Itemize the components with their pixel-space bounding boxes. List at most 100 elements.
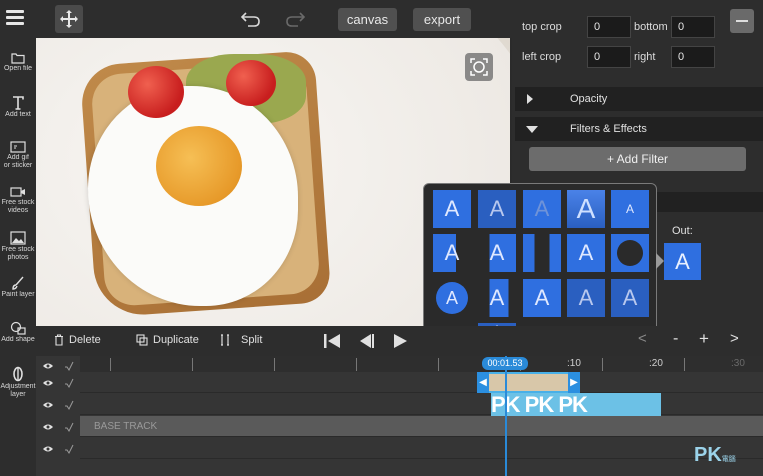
sidebar-item-add-gif[interactable]: Add gif or sticker bbox=[0, 141, 36, 170]
playhead-time: 00:01.53 bbox=[482, 357, 528, 370]
step-back-icon[interactable] bbox=[357, 333, 375, 349]
gif-icon bbox=[10, 141, 26, 153]
sidebar-item-add-shape[interactable]: Add shape bbox=[0, 321, 36, 344]
eye-icon[interactable] bbox=[42, 362, 54, 370]
opacity-section-header[interactable]: Opacity bbox=[515, 87, 763, 111]
eye-icon[interactable] bbox=[42, 423, 54, 431]
canvas-button[interactable]: canvas bbox=[338, 8, 397, 31]
delete-button[interactable]: Delete bbox=[54, 334, 101, 346]
sidebar-item-free-stock-videos[interactable]: Free stock videos bbox=[0, 186, 36, 215]
top-crop-input[interactable]: 0 bbox=[587, 16, 631, 38]
hamburger-menu-icon[interactable] bbox=[6, 9, 26, 27]
undo-icon[interactable] bbox=[240, 10, 262, 28]
zoom-in-button[interactable]: + bbox=[699, 329, 709, 349]
transition-option[interactable]: A bbox=[523, 234, 561, 272]
duplicate-button[interactable]: Duplicate bbox=[136, 334, 199, 346]
caret-right-icon bbox=[527, 94, 533, 104]
sidebar-item-adjustment-layer[interactable]: Adjustment layer bbox=[0, 366, 36, 399]
transition-option[interactable]: A bbox=[523, 279, 561, 317]
ruler-tick-label: :10 bbox=[567, 358, 581, 369]
out-transition-selected[interactable]: A bbox=[664, 243, 701, 280]
scroll-right-button[interactable]: > bbox=[730, 330, 739, 347]
eye-icon[interactable] bbox=[42, 445, 54, 453]
audio-wave-icon[interactable] bbox=[64, 444, 74, 454]
sidebar-item-free-stock-photos[interactable]: Free stock photos bbox=[0, 231, 36, 262]
clip-trim-right-handle[interactable]: ▶ bbox=[568, 372, 580, 393]
zoom-out-button[interactable]: - bbox=[673, 330, 678, 348]
timeline-track[interactable] bbox=[80, 438, 763, 459]
left-crop-input[interactable]: 0 bbox=[587, 46, 631, 68]
timeline: :10 :20 :30 BASE TRACK bbox=[36, 356, 763, 476]
egg-yolk-image bbox=[156, 126, 242, 206]
transition-option[interactable]: A bbox=[433, 279, 471, 317]
split-button[interactable]: Split bbox=[220, 334, 262, 346]
minus-icon bbox=[736, 20, 748, 22]
right-crop-label: right bbox=[634, 51, 656, 63]
sidebar-item-paint-layer[interactable]: Paint layer bbox=[0, 276, 36, 299]
caret-down-icon bbox=[526, 126, 538, 133]
brush-icon bbox=[12, 276, 24, 290]
bottom-crop-label: bottom bbox=[634, 21, 668, 33]
folder-icon bbox=[11, 53, 25, 64]
sidebar-item-add-text[interactable]: Add text bbox=[0, 96, 36, 119]
audio-wave-icon[interactable] bbox=[64, 361, 74, 371]
top-toolbar: canvas export bbox=[0, 0, 512, 38]
bottom-crop-input[interactable]: 0 bbox=[671, 16, 715, 38]
sidebar-item-open-file[interactable]: Open file bbox=[0, 52, 36, 73]
eye-icon[interactable] bbox=[42, 379, 54, 387]
text-clip[interactable]: PK PK PK bbox=[491, 393, 661, 416]
timeline-track[interactable] bbox=[80, 460, 763, 476]
timeline-ruler[interactable]: :10 :20 :30 bbox=[80, 356, 763, 372]
transition-option[interactable]: A bbox=[478, 190, 516, 228]
base-track[interactable]: BASE TRACK bbox=[80, 416, 763, 437]
transition-option[interactable]: A bbox=[478, 234, 516, 272]
skip-to-start-icon[interactable] bbox=[323, 333, 341, 349]
transition-picker-popup: A A A A A A A A A A A A A A A bbox=[423, 183, 657, 339]
clip-trim-left-handle[interactable]: ◀ bbox=[477, 372, 489, 393]
track-controls bbox=[36, 438, 80, 459]
ruler-tick-label: :30 bbox=[731, 358, 745, 369]
ruler-tick-label: :20 bbox=[649, 358, 663, 369]
top-crop-label: top crop bbox=[522, 21, 562, 33]
scroll-left-button[interactable]: < bbox=[638, 330, 647, 347]
transition-option[interactable]: A bbox=[523, 190, 561, 228]
audio-wave-icon[interactable] bbox=[64, 400, 74, 410]
play-icon[interactable] bbox=[392, 333, 408, 349]
timeline-track[interactable] bbox=[80, 372, 763, 393]
remove-button[interactable] bbox=[730, 9, 754, 33]
audio-wave-icon[interactable] bbox=[64, 378, 74, 388]
redo-icon[interactable] bbox=[284, 10, 306, 28]
transition-option[interactable]: A bbox=[611, 279, 649, 317]
transition-option[interactable]: A bbox=[567, 279, 605, 317]
shape-icon bbox=[10, 321, 26, 335]
popup-pointer-icon bbox=[656, 253, 664, 269]
fit-screen-button[interactable] bbox=[465, 53, 493, 81]
transition-option[interactable]: A bbox=[478, 279, 516, 317]
transition-option[interactable]: A bbox=[433, 234, 471, 272]
transition-option[interactable] bbox=[611, 234, 649, 272]
circle-wipe-icon bbox=[617, 240, 643, 266]
filters-section-header[interactable]: Filters & Effects bbox=[515, 117, 763, 141]
transition-option[interactable]: A bbox=[567, 234, 605, 272]
video-editor-app: canvas export Open file Add text Add gif… bbox=[0, 0, 763, 476]
transition-option[interactable]: A bbox=[611, 190, 649, 228]
tomato-image bbox=[128, 66, 184, 118]
photo-icon bbox=[10, 231, 26, 245]
tomato-image bbox=[226, 60, 276, 106]
transition-option[interactable]: A bbox=[433, 190, 471, 228]
export-button[interactable]: export bbox=[413, 8, 471, 31]
transition-option[interactable]: A bbox=[567, 190, 605, 228]
split-icon bbox=[221, 334, 229, 346]
playhead[interactable] bbox=[505, 356, 507, 476]
track-controls bbox=[36, 416, 80, 437]
timeline-toolbar: Delete Duplicate Split < - + > bbox=[36, 326, 763, 356]
move-tool-button[interactable] bbox=[55, 5, 83, 33]
move-arrows-icon bbox=[60, 10, 78, 28]
audio-wave-icon[interactable] bbox=[64, 422, 74, 432]
eye-icon[interactable] bbox=[42, 401, 54, 409]
image-clip[interactable] bbox=[477, 372, 580, 393]
right-crop-input[interactable]: 0 bbox=[671, 46, 715, 68]
add-filter-button[interactable]: + Add Filter bbox=[529, 147, 746, 171]
duplicate-icon bbox=[136, 334, 148, 346]
text-icon bbox=[13, 96, 24, 110]
